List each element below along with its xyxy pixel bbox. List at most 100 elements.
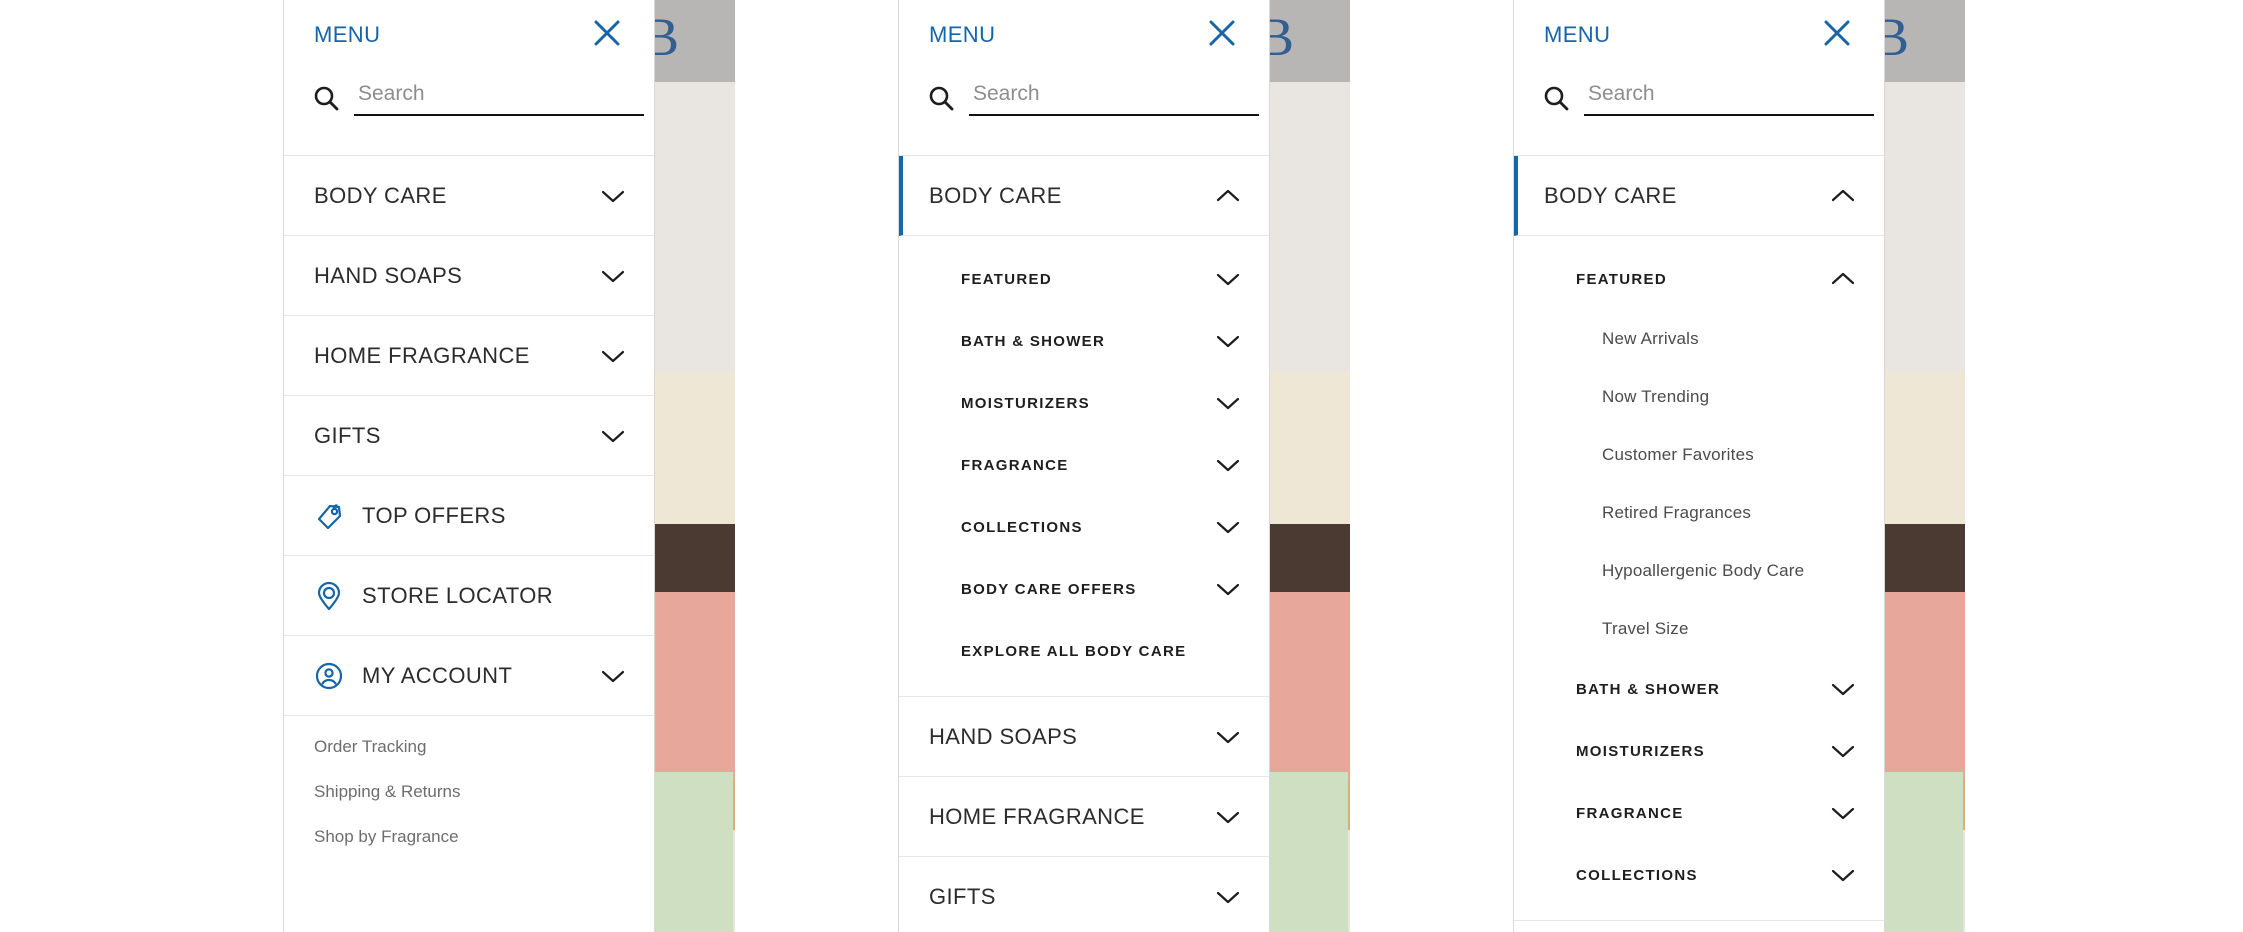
drawer-header-1: MENU — [284, 0, 654, 156]
body-care-submenu-2: FEATURED BATH & SHOWER MOISTURIZERS FRAG… — [899, 236, 1269, 697]
map-pin-icon — [317, 581, 341, 610]
nav-item-gifts[interactable]: GIFTS — [284, 396, 654, 476]
nav-item-body-care[interactable]: BODY CARE — [284, 156, 654, 236]
search-input[interactable] — [969, 82, 1259, 116]
nav-label: GIFTS — [929, 883, 996, 909]
nav-label: HAND SOAPS — [929, 723, 1078, 749]
nav-item-body-care-expanded[interactable]: BODY CARE — [899, 156, 1269, 236]
close-icon[interactable] — [588, 14, 626, 52]
chevron-down-icon — [601, 190, 625, 202]
nav-label: HAND SOAPS — [314, 262, 463, 288]
nav-item-top-offers[interactable]: TOP OFFERS — [284, 476, 654, 556]
chevron-down-icon — [1831, 869, 1855, 882]
search-icon[interactable] — [312, 84, 340, 112]
chevron-up-icon — [1831, 272, 1855, 285]
leaf-item-retired-fragrances[interactable]: Retired Fragrances — [1514, 484, 1884, 542]
drawer-header-3: MENU — [1514, 0, 1884, 156]
subnav-item-collections[interactable]: COLLECTIONS — [899, 496, 1269, 558]
menu-title: MENU — [929, 22, 996, 47]
drawer-header-2: MENU — [899, 0, 1269, 156]
nav-item-my-account[interactable]: MY ACCOUNT — [284, 636, 654, 716]
nav-label: GIFTS — [314, 422, 381, 448]
search-icon[interactable] — [927, 84, 955, 112]
primary-nav-1: BODY CARE HAND SOAPS HOME FRAGRANCE GIFT… — [284, 156, 654, 716]
leaf-item-new-arrivals[interactable]: New Arrivals — [1514, 310, 1884, 368]
chevron-down-icon — [601, 270, 625, 282]
subnav-label: FEATURED — [961, 270, 1052, 288]
nav-label: TOP OFFERS — [362, 502, 506, 528]
search-icon[interactable] — [1542, 84, 1570, 112]
nav-label: BODY CARE — [1544, 182, 1677, 208]
chevron-down-icon — [1216, 459, 1240, 472]
chevron-down-icon — [1216, 397, 1240, 410]
search-input[interactable] — [1584, 82, 1874, 116]
footer-links-1: Order Tracking Shipping & Returns Shop b… — [284, 716, 654, 845]
nav-item-hand-soaps[interactable]: HAND SOAPS — [899, 697, 1269, 777]
subnav-label: BODY CARE OFFERS — [961, 580, 1137, 598]
chevron-up-icon — [1831, 189, 1855, 201]
nav-item-gifts[interactable]: GIFTS — [899, 857, 1269, 932]
menu-title: MENU — [1544, 22, 1611, 47]
subnav-item-fragrance[interactable]: FRAGRANCE — [1514, 782, 1884, 844]
chevron-down-icon — [1216, 891, 1240, 903]
footer-link-shipping-returns[interactable]: Shipping & Returns — [314, 783, 654, 800]
subnav-item-collections[interactable]: COLLECTIONS — [1514, 844, 1884, 906]
chevron-down-icon — [1831, 807, 1855, 820]
chevron-down-icon — [1216, 731, 1240, 743]
nav-item-home-fragrance[interactable]: HOME FRAGRANCE — [899, 777, 1269, 857]
menu-drawer-1: MENU BODY CARE — [283, 0, 655, 932]
search-row-1 — [312, 82, 644, 116]
subnav-item-moisturizers[interactable]: MOISTURIZERS — [1514, 720, 1884, 782]
chevron-down-icon — [601, 670, 625, 682]
chevron-down-icon — [1831, 745, 1855, 758]
subnav-item-moisturizers[interactable]: MOISTURIZERS — [899, 372, 1269, 434]
screenshot-panel-1: B 0 ndles GET 2 FREE EMS ARE FREE LOVE Y… — [283, 0, 735, 932]
subnav-item-featured-expanded[interactable]: FEATURED — [1514, 248, 1884, 310]
body-care-submenu-3: FEATURED New Arrivals Now Trending Custo… — [1514, 236, 1884, 921]
footer-link-order-tracking[interactable]: Order Tracking — [314, 738, 654, 755]
chevron-down-icon — [1216, 583, 1240, 596]
leaf-item-hypoallergenic-body-care[interactable]: Hypoallergenic Body Care — [1514, 542, 1884, 600]
nav-label: STORE LOCATOR — [362, 582, 554, 608]
subnav-label: MOISTURIZERS — [961, 394, 1090, 412]
subnav-item-explore-all-body-care[interactable]: EXPLORE ALL BODY CARE — [899, 620, 1269, 682]
search-input[interactable] — [354, 82, 644, 116]
chevron-down-icon — [1831, 683, 1855, 696]
nav-label: HOME FRAGRANCE — [929, 803, 1145, 829]
subnav-item-bath-shower[interactable]: BATH & SHOWER — [899, 310, 1269, 372]
subnav-item-fragrance[interactable]: FRAGRANCE — [899, 434, 1269, 496]
subnav-label: COLLECTIONS — [961, 518, 1083, 536]
nav-item-store-locator[interactable]: STORE LOCATOR — [284, 556, 654, 636]
close-icon[interactable] — [1818, 14, 1856, 52]
nav-item-body-care-expanded[interactable]: BODY CARE — [1514, 156, 1884, 236]
leaf-item-now-trending[interactable]: Now Trending — [1514, 368, 1884, 426]
price-tag-icon — [317, 503, 342, 529]
leaf-item-customer-favorites[interactable]: Customer Favorites — [1514, 426, 1884, 484]
subnav-label: FEATURED — [1576, 270, 1667, 288]
footer-link-shop-by-fragrance[interactable]: Shop by Fragrance — [314, 828, 654, 845]
leaf-item-travel-size[interactable]: Travel Size — [1514, 600, 1884, 658]
chevron-up-icon — [1216, 189, 1240, 201]
screenshot-panel-3: B 0 ndles GET 2 FREE EMS ARE FREE LOVE Y… — [1513, 0, 1965, 932]
chevron-down-icon — [1216, 273, 1240, 286]
chevron-down-icon — [601, 350, 625, 362]
subnav-label: BATH & SHOWER — [961, 332, 1106, 350]
subnav-label: COLLECTIONS — [1576, 866, 1698, 884]
close-icon[interactable] — [1203, 14, 1241, 52]
nav-label: HOME FRAGRANCE — [314, 342, 530, 368]
nav-item-home-fragrance[interactable]: HOME FRAGRANCE — [284, 316, 654, 396]
subnav-label: FRAGRANCE — [1576, 804, 1684, 822]
subnav-item-bath-shower[interactable]: BATH & SHOWER — [1514, 658, 1884, 720]
screenshot-stage: B 0 ndles GET 2 FREE EMS ARE FREE LOVE Y… — [0, 0, 2243, 932]
subnav-label: BATH & SHOWER — [1576, 680, 1721, 698]
screenshot-panel-2: B 0 ndles GET 2 FREE EMS ARE FREE LOVE Y… — [898, 0, 1350, 932]
menu-drawer-2: MENU BODY CARE — [898, 0, 1270, 932]
subnav-item-featured[interactable]: FEATURED — [899, 248, 1269, 310]
chevron-down-icon — [601, 430, 625, 442]
nav-label: BODY CARE — [314, 182, 447, 208]
nav-item-hand-soaps[interactable]: HAND SOAPS — [284, 236, 654, 316]
subnav-item-body-care-offers[interactable]: BODY CARE OFFERS — [899, 558, 1269, 620]
user-circle-icon — [315, 662, 343, 689]
chevron-down-icon — [1216, 335, 1240, 348]
chevron-down-icon — [1216, 811, 1240, 823]
